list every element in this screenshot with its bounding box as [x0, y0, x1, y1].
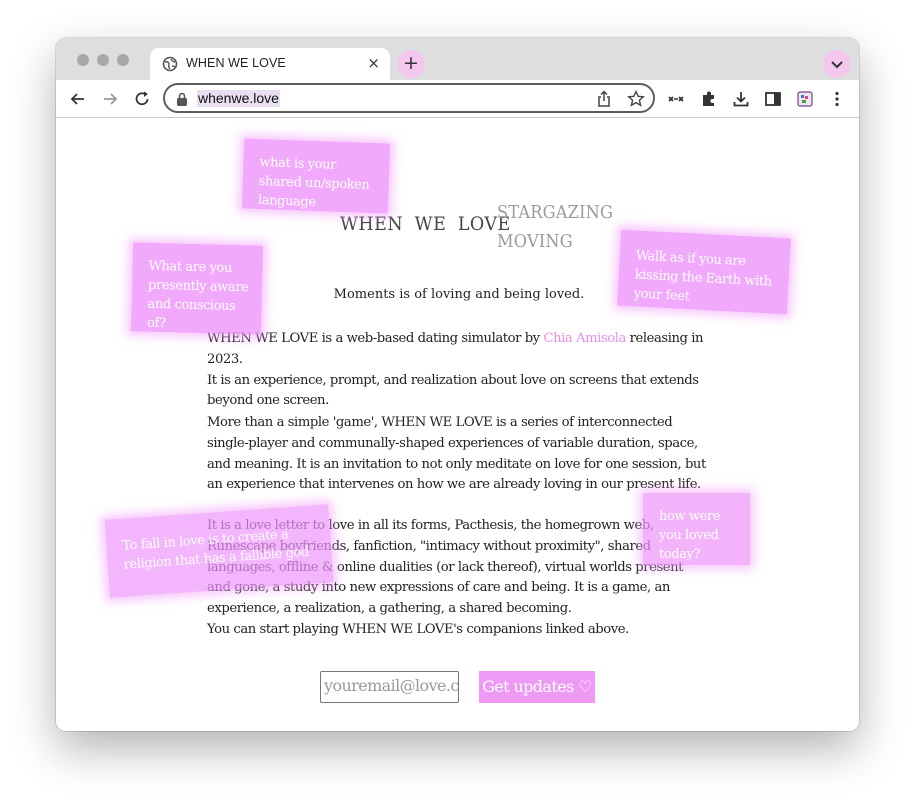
profile-avatar-icon[interactable] — [795, 89, 815, 109]
tagline: Moments is of loving and being loved. — [333, 287, 585, 302]
address-bar[interactable]: whenwe.love — [163, 83, 655, 113]
puzzle-icon[interactable] — [699, 89, 719, 109]
reload-icon[interactable] — [132, 89, 152, 109]
prompt-card-kissing-earth[interactable]: Walk as if you are kissing the Earth wit… — [617, 229, 791, 315]
browser-window: WHEN WE LOVE × + whenwe.love WHEN WE LOV… — [56, 38, 859, 731]
close-icon[interactable]: × — [367, 55, 380, 71]
prompt-card-fall-in-love[interactable]: To fall in love is to create a religion … — [104, 504, 334, 598]
tab-when-we-love[interactable]: WHEN WE LOVE × — [150, 48, 390, 80]
site-title[interactable]: WHEN WE LOVE — [340, 213, 511, 235]
forward-arrow-icon[interactable] — [100, 89, 120, 109]
intro-line-2: It is an experience, prompt, and realiza… — [207, 372, 699, 409]
nav-link-stargazing[interactable]: STARGAZING — [497, 202, 613, 223]
window-maximize-button[interactable] — [117, 54, 129, 66]
prompt-card-shared-language[interactable]: what is your shared un/spoken language — [241, 138, 391, 214]
description-paragraph: More than a simple 'game', WHEN WE LOVE … — [207, 415, 706, 493]
kebab-menu-icon[interactable] — [827, 89, 847, 109]
window-close-button[interactable] — [77, 54, 89, 66]
prompt-card-presently-aware[interactable]: What are you presently aware and conscio… — [130, 242, 264, 335]
side-panel-icon[interactable] — [763, 89, 783, 109]
page-content: WHEN WE LOVE STARGAZING MOVING Moments i… — [56, 118, 859, 731]
tab-search-button[interactable] — [823, 50, 851, 78]
browser-toolbar: whenwe.love — [56, 80, 859, 118]
intro-paragraph: WHEN WE LOVE is a web-based dating simul… — [207, 329, 707, 412]
tab-title: WHEN WE LOVE — [186, 56, 286, 70]
start-playing-paragraph: You can start playing WHEN WE LOVE's com… — [207, 622, 629, 637]
get-updates-button[interactable]: Get updates ♡ — [479, 671, 595, 703]
author-link[interactable]: Chia Amisola — [543, 331, 626, 346]
new-tab-button[interactable]: + — [397, 50, 425, 78]
lock-icon — [177, 92, 187, 106]
email-input[interactable]: youremail@love.com — [320, 671, 459, 703]
chevron-down-icon — [831, 61, 843, 69]
nav-link-moving[interactable]: MOVING — [497, 231, 573, 252]
prompt-card-how-loved-today[interactable]: how were you loved today? — [643, 493, 750, 565]
url-text[interactable]: whenwe.love — [197, 90, 280, 107]
window-minimize-button[interactable] — [97, 54, 109, 66]
globe-icon — [162, 56, 178, 72]
download-icon[interactable] — [731, 89, 751, 109]
back-arrow-icon[interactable] — [68, 89, 88, 109]
share-icon[interactable] — [596, 90, 612, 108]
star-icon[interactable] — [627, 90, 645, 108]
extension-eye-icon[interactable] — [666, 89, 686, 109]
tab-strip: WHEN WE LOVE × + — [56, 38, 859, 80]
